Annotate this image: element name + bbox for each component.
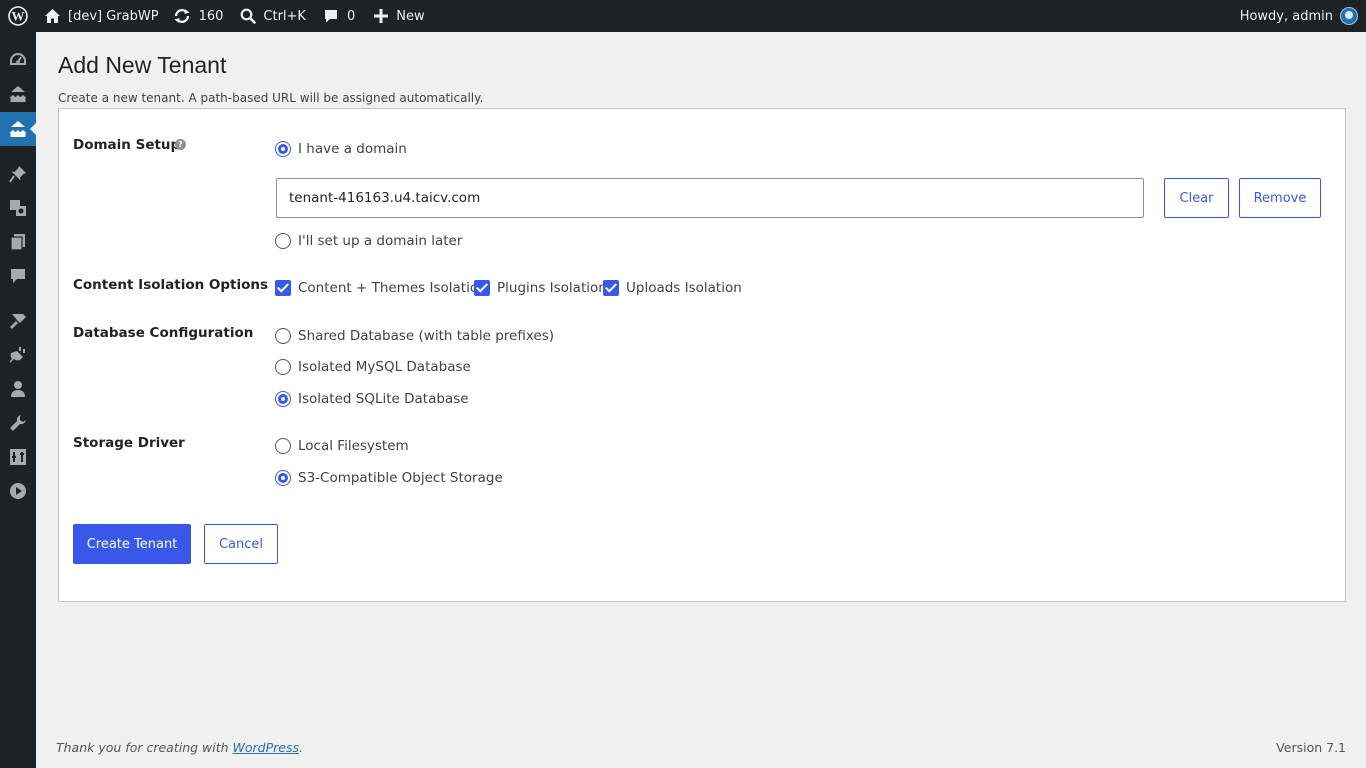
plus-icon <box>374 9 389 23</box>
comments-count: 0 <box>346 8 356 24</box>
updates-link[interactable]: 160 <box>173 0 224 32</box>
settings-icon[interactable] <box>0 440 36 474</box>
content-themes-label: Content + Themes Isolation <box>298 280 487 296</box>
db-mysql-option[interactable]: Isolated MySQL Database <box>275 359 471 375</box>
plugins-isolation-checkbox[interactable] <box>474 280 490 296</box>
db-shared-radio[interactable] <box>275 328 291 344</box>
domain-later-option[interactable]: I'll set up a domain later <box>275 233 462 249</box>
footer-version: Version 7.1 <box>1276 740 1346 755</box>
tenants-icon[interactable] <box>0 112 36 146</box>
search-shortcut: Ctrl+K <box>263 8 306 24</box>
svg-text:W: W <box>12 9 25 24</box>
db-sqlite-option[interactable]: Isolated SQLite Database <box>275 391 469 407</box>
appearance-icon[interactable] <box>0 304 36 338</box>
domain-have-radio[interactable] <box>275 141 291 157</box>
command-search-link[interactable]: Ctrl+K <box>240 0 306 32</box>
wordpress-logo-icon[interactable]: W <box>0 0 36 32</box>
updates-count: 160 <box>198 8 224 24</box>
db-sqlite-label: Isolated SQLite Database <box>298 391 469 407</box>
cancel-button[interactable]: Cancel <box>204 524 278 564</box>
comments-icon[interactable] <box>0 259 36 293</box>
domain-later-radio[interactable] <box>275 233 291 249</box>
uploads-isolation-label: Uploads Isolation <box>626 280 742 296</box>
storage-local-option[interactable]: Local Filesystem <box>275 438 409 454</box>
domain-later-label: I'll set up a domain later <box>298 233 463 249</box>
help-icon[interactable]: ? <box>175 139 186 150</box>
content-themes-option[interactable]: Content + Themes Isolation <box>275 280 487 296</box>
db-shared-label: Shared Database (with table prefixes) <box>298 328 555 344</box>
admin-bar: W [dev] GrabWP 160 Ctrl+K 0 New Howdy, a… <box>0 0 1366 32</box>
db-shared-option[interactable]: Shared Database (with table prefixes) <box>275 328 554 344</box>
avatar <box>1340 7 1358 25</box>
wordpress-link[interactable]: WordPress <box>233 740 299 755</box>
footer-thanks-prefix: Thank you for creating with <box>56 740 233 755</box>
remove-button[interactable]: Remove <box>1239 178 1321 218</box>
admin-menu <box>0 32 36 768</box>
storage-local-radio[interactable] <box>275 438 291 454</box>
my-account-link[interactable]: Howdy, admin <box>1240 0 1366 32</box>
new-label: New <box>396 8 425 24</box>
domain-setup-label: Domain Setup <box>73 137 181 153</box>
play-icon[interactable] <box>0 474 36 508</box>
clear-button[interactable]: Clear <box>1164 178 1229 218</box>
footer-thanks-suffix: . <box>299 740 303 755</box>
tenant-form-card: Domain Setup ? I have a domain Clear Rem… <box>58 108 1346 602</box>
content-isolation-label: Content Isolation Options <box>73 277 269 293</box>
tools-icon[interactable] <box>0 406 36 440</box>
users-icon[interactable] <box>0 372 36 406</box>
domain-have-label: I have a domain <box>298 141 407 157</box>
content-themes-checkbox[interactable] <box>275 280 291 296</box>
db-mysql-label: Isolated MySQL Database <box>298 359 471 375</box>
page-title: Add New Tenant <box>58 52 227 78</box>
pages-icon[interactable] <box>0 225 36 259</box>
domain-have-option[interactable]: I have a domain <box>275 141 407 157</box>
media-icon[interactable] <box>0 191 36 225</box>
db-mysql-radio[interactable] <box>275 359 291 375</box>
updates-icon <box>173 8 191 24</box>
comments-link[interactable]: 0 <box>323 0 355 32</box>
new-content-link[interactable]: New <box>374 0 425 32</box>
network-icon[interactable] <box>0 77 36 111</box>
plugins-icon[interactable] <box>0 338 36 372</box>
create-tenant-button[interactable]: Create Tenant <box>73 524 191 564</box>
db-sqlite-radio[interactable] <box>275 391 291 407</box>
dashboard-icon[interactable] <box>0 43 36 77</box>
domain-input[interactable] <box>276 178 1144 218</box>
search-icon <box>240 8 257 24</box>
database-config-label: Database Configuration <box>73 325 254 341</box>
footer-thanks: Thank you for creating with WordPress. <box>56 740 303 755</box>
plugins-isolation-label: Plugins Isolation <box>497 280 607 296</box>
uploads-isolation-checkbox[interactable] <box>603 280 619 296</box>
site-name-link[interactable]: [dev] GrabWP <box>36 0 159 32</box>
home-icon <box>44 8 61 24</box>
storage-s3-option[interactable]: S3-Compatible Object Storage <box>275 470 503 486</box>
pin-icon[interactable] <box>0 157 36 191</box>
plugins-isolation-option[interactable]: Plugins Isolation <box>474 280 607 296</box>
site-name: [dev] GrabWP <box>68 8 159 24</box>
page-description: Create a new tenant. A path-based URL wi… <box>58 91 484 105</box>
storage-driver-label: Storage Driver <box>73 435 185 451</box>
uploads-isolation-option[interactable]: Uploads Isolation <box>603 280 742 296</box>
storage-s3-radio[interactable] <box>275 470 291 486</box>
howdy-greeting: Howdy, admin <box>1239 8 1333 24</box>
storage-s3-label: S3-Compatible Object Storage <box>298 470 503 486</box>
storage-local-label: Local Filesystem <box>298 438 409 454</box>
comment-bubble-icon <box>323 8 339 24</box>
